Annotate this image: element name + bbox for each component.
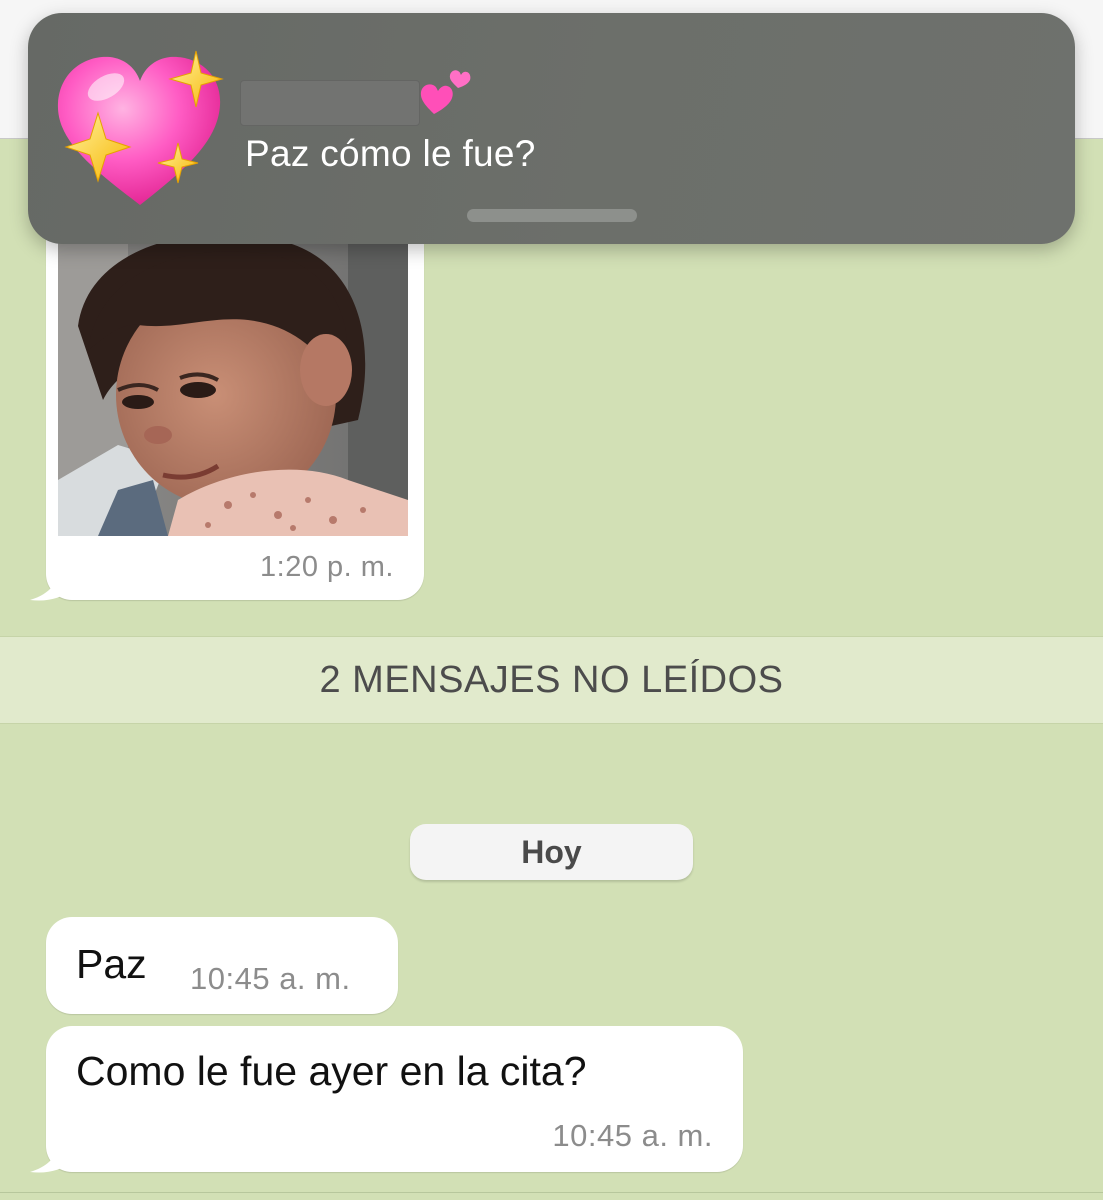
toddler-photo[interactable] bbox=[58, 230, 408, 536]
divider bbox=[0, 1192, 1103, 1193]
message-bubble[interactable]: Paz 10:45 a. m. bbox=[46, 917, 398, 1014]
redacted-contact-name bbox=[240, 80, 420, 126]
message-timestamp: 10:45 a. m. bbox=[190, 961, 351, 996]
message-bubble[interactable]: Como le fue ayer en la cita? 10:45 a. m. bbox=[30, 1026, 743, 1173]
message-text: Como le fue ayer en la cita? bbox=[76, 1048, 587, 1094]
photo-message-bubble[interactable]: 1:20 p. m. bbox=[30, 200, 424, 601]
message-timestamp: 10:45 a. m. bbox=[552, 1118, 713, 1153]
bubble-tail bbox=[30, 1134, 70, 1173]
message-timestamp: 1:20 p. m. bbox=[260, 551, 394, 583]
bubble-tail bbox=[30, 562, 70, 601]
notification-message: Paz cómo le fue? bbox=[245, 133, 536, 174]
message-text: Paz bbox=[76, 941, 147, 987]
notification-grabber-handle[interactable] bbox=[467, 209, 637, 222]
push-notification-banner[interactable]: Paz cómo le fue? bbox=[28, 13, 1075, 244]
date-separator: Hoy bbox=[410, 824, 693, 880]
sparkling-heart-icon bbox=[57, 50, 224, 205]
two-hearts-icon bbox=[420, 70, 471, 114]
toddler-photo-image bbox=[58, 230, 408, 536]
notification-title bbox=[240, 70, 472, 133]
unread-messages-banner: 2 MENSAJES NO LEÍDOS bbox=[0, 636, 1103, 724]
